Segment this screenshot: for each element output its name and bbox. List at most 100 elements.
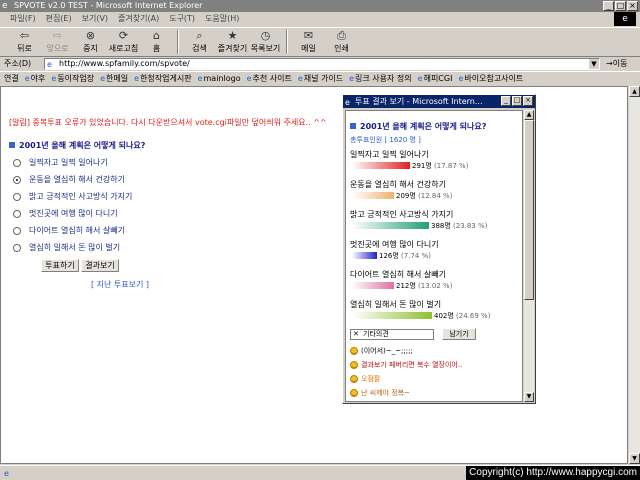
link-item[interactable]: e링크 사용자 정의 (349, 72, 412, 85)
address-input[interactable]: e http://www.spfamily.com/spvote/ ▼ (44, 57, 600, 70)
link-item[interactable]: e추천 사이트 (247, 72, 292, 85)
result-bar (352, 192, 394, 199)
poll-option[interactable]: 운동을 열심히 해서 건강하기 (13, 174, 125, 185)
toolbar-back-arrow-button[interactable]: ⇦ 뒤로 (8, 28, 41, 56)
link-item[interactable]: e채널 가이드 (298, 72, 343, 85)
toolbar-label: 검색 (192, 44, 207, 53)
popup-controls: _ □ × (501, 96, 533, 106)
poll-option[interactable]: 열심히 일해서 돈 많이 벌기 (13, 242, 120, 253)
toolbar-mail-button[interactable]: ✉ 메일 (292, 28, 325, 56)
menu-view[interactable]: 보기(V) (82, 12, 108, 26)
menu-file[interactable]: 파일(F) (10, 12, 36, 26)
close-icon: ✕ (353, 330, 359, 338)
result-count: 212명 (396, 282, 416, 290)
poll-option[interactable]: 멋진곳에 여행 많이 다니기 (13, 208, 118, 219)
result-percent: (13.02 %) (418, 282, 453, 290)
link-item[interactable]: e한청작업게시판 (134, 72, 191, 85)
scroll-up-icon[interactable]: ▲ (524, 110, 534, 120)
history-icon: ◷ (260, 29, 271, 42)
radio-button[interactable] (13, 209, 21, 218)
poll-option-label: 밝고 긍적적인 사고방식 가지기 (29, 192, 133, 201)
search-icon: ⌕ (196, 29, 203, 42)
popup-maximize-button[interactable]: □ (512, 96, 522, 106)
scroll-down-icon[interactable]: ▼ (629, 453, 640, 464)
toolbar-print-button[interactable]: ⎙ 인쇄 (325, 28, 358, 56)
link-page-icon: e (417, 74, 423, 83)
radio-button[interactable] (13, 226, 21, 235)
scroll-thumb[interactable] (524, 120, 534, 300)
poll-option-label: 운동을 열심히 해서 건강하기 (29, 175, 125, 184)
result-label: 다이어트 열심히 해서 살빼기 (350, 270, 446, 279)
toolbar-home-button[interactable]: ⌂ 홈 (140, 28, 173, 56)
toolbar-forward-arrow-button[interactable]: ⇨ 앞으로 (41, 28, 74, 56)
link-label: 야후 (30, 74, 46, 83)
result-bar (352, 252, 377, 259)
result-percent: (12.84 %) (418, 192, 453, 200)
radio-button[interactable] (13, 243, 21, 252)
menu-help[interactable]: 도움말(H) (205, 12, 239, 26)
menu-favorites[interactable]: 즐겨찾기(A) (118, 12, 159, 26)
link-item[interactable]: e해피CGI (418, 72, 453, 85)
link-item[interactable]: e바이오참고사이트 (458, 72, 523, 85)
page-icon: e (47, 59, 52, 69)
poll-option[interactable]: 밝고 긍적적인 사고방식 가지기 (13, 191, 132, 202)
popup-scrollbar[interactable]: ▲ ▼ (524, 110, 534, 402)
results-button[interactable]: 결과보기 (81, 259, 119, 272)
comment-item: ‿ 결과보기 페버리면 복수 열장이어.. (350, 360, 462, 370)
go-button[interactable]: →이동 (606, 58, 627, 69)
menu-edit[interactable]: 편집(E) (46, 12, 72, 26)
menu-tools[interactable]: 도구(T) (169, 12, 195, 26)
scroll-down-icon[interactable]: ▼ (524, 392, 534, 402)
link-page-icon: e (349, 74, 355, 83)
link-item[interactable]: e한메일 (100, 72, 128, 85)
popup-close-button[interactable]: × (523, 96, 533, 106)
link-item[interactable]: emainlogo (198, 72, 241, 85)
result-value: 126명 (7.74 %) (379, 251, 431, 261)
past-polls-link[interactable]: [ 지난 투표보기 ] (91, 279, 149, 290)
link-item[interactable]: e야후 (25, 72, 46, 85)
vote-button[interactable]: 투표하기 (41, 259, 79, 272)
popup-minimize-button[interactable]: _ (501, 96, 511, 106)
link-page-icon: e (100, 74, 106, 83)
comment-text: 오잠팔 (361, 375, 381, 383)
scroll-up-icon[interactable]: ▲ (629, 86, 640, 97)
address-dropdown-icon[interactable]: ▼ (589, 58, 599, 69)
toolbar-search-button[interactable]: ⌕ 검색 (183, 28, 216, 56)
radio-button[interactable] (13, 192, 21, 201)
menubar: 파일(F) 편집(E) 보기(V) 즐겨찾기(A) 도구(T) 도움말(H) (0, 12, 640, 26)
result-value: 402명 (24.69 %) (434, 311, 490, 321)
ie-icon: e (345, 98, 350, 107)
toolbar-history-button[interactable]: ◷ 목록보기 (249, 28, 282, 56)
comment-input[interactable]: ✕ 기타의견 (350, 329, 434, 340)
page-scrollbar[interactable]: ▲ ▼ (628, 86, 640, 464)
radio-button[interactable] (13, 158, 21, 167)
poll-option-label: 일찍자고 일찍 일어나기 (29, 158, 108, 167)
link-label: 바이오참고사이트 (464, 74, 524, 83)
window-title: SPVOTE v2.0 TEST - Microsoft Internet Ex… (14, 1, 203, 10)
link-page-icon: e (297, 74, 303, 83)
comment-text: 결과보기 페버리면 복수 열장이어.. (361, 361, 463, 369)
smiley-icon: ‿ (350, 389, 358, 397)
minimize-button[interactable]: _ (603, 1, 614, 11)
toolbar-stop-button[interactable]: ⊗ 중지 (74, 28, 107, 56)
smiley-icon: ‿ (350, 361, 358, 369)
comment-submit-button[interactable]: 남기기 (442, 328, 476, 340)
link-item[interactable]: e동이작업장 (51, 72, 94, 85)
link-label: 동이작업장 (57, 74, 95, 83)
result-percent: (7.74 %) (401, 252, 431, 260)
toolbar-favorites-button[interactable]: ★ 즐겨찾기 (216, 28, 249, 56)
copyright-notice: Copyright(c) http://www.happycgi.com (466, 466, 640, 480)
toolbar-label: 즐겨찾기 (217, 44, 248, 53)
result-count: 126명 (379, 252, 399, 260)
poll-option[interactable]: 일찍자고 일찍 일어나기 (13, 157, 108, 168)
close-button[interactable]: × (627, 1, 638, 11)
link-label: 링크 사용자 정의 (355, 74, 412, 83)
smiley-icon: ‿ (350, 347, 358, 355)
poll-option-label: 멋진곳에 여행 많이 다니기 (29, 209, 118, 218)
toolbar-refresh-button[interactable]: ⟳ 새로고침 (107, 28, 140, 56)
toolbar-label: 홈 (152, 44, 161, 53)
poll-option[interactable]: 다이어트 열심히 해서 살빼기 (13, 225, 125, 236)
maximize-button[interactable]: □ (615, 1, 626, 11)
link-page-icon: e (197, 74, 203, 83)
radio-button[interactable] (13, 175, 21, 184)
